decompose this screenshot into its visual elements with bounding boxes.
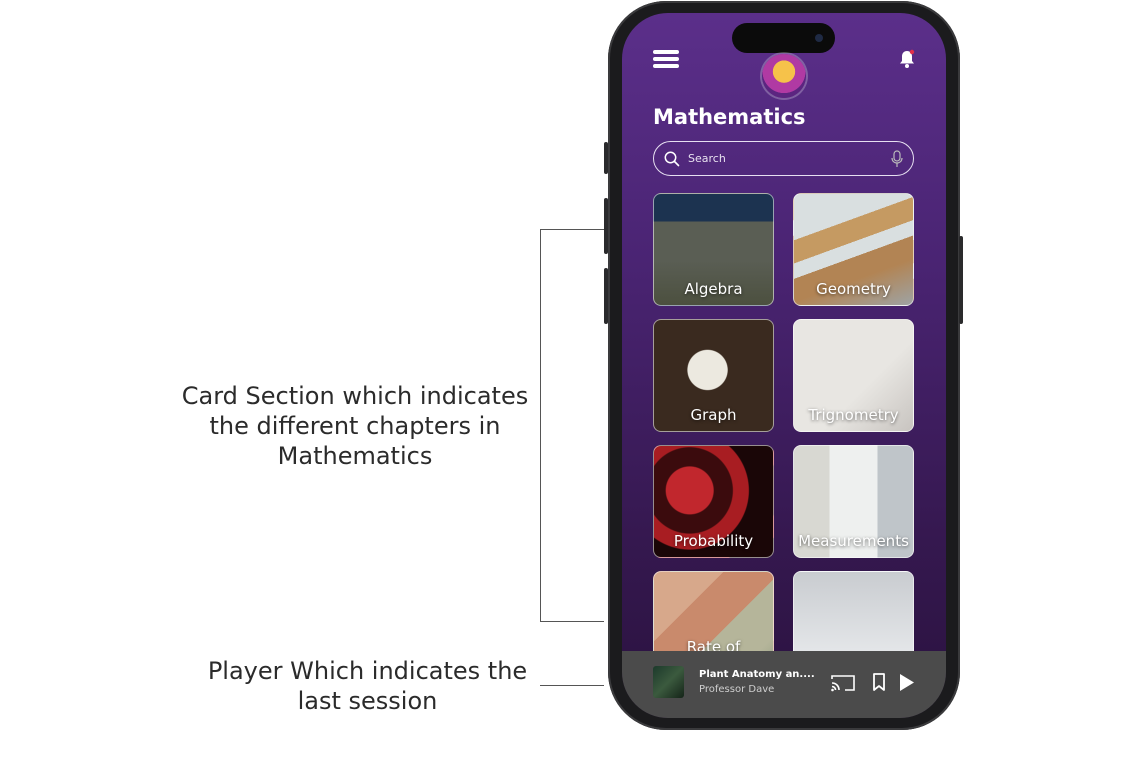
chapter-card-measurements[interactable]: Measurements [793, 445, 914, 558]
play-icon[interactable] [899, 673, 915, 692]
bookmark-icon[interactable] [872, 673, 886, 692]
chapter-card-algebra[interactable]: Algebra [653, 193, 774, 306]
microphone-icon[interactable] [891, 149, 903, 168]
player-thumbnail [653, 666, 684, 698]
chapter-label: Graph [690, 406, 737, 424]
chapter-label: Trignometry [808, 406, 899, 424]
chapter-label: Geometry [816, 280, 891, 298]
player-annotation: Player Which indicates the last session [207, 657, 528, 715]
chapter-card-probability[interactable]: Probability [653, 445, 774, 558]
chapter-label: Probability [673, 532, 754, 550]
power-button [959, 236, 963, 324]
player-author: Professor Dave [699, 684, 775, 695]
chapter-label: Algebra [684, 280, 743, 298]
chapter-card-geometry[interactable]: Geometry [793, 193, 914, 306]
hamburger-menu-icon[interactable] [653, 50, 679, 68]
chapter-card-graph[interactable]: Graph [653, 319, 774, 432]
cards-annotation: Card Section which indicates the differe… [181, 382, 529, 470]
kid-avatar[interactable] [762, 54, 806, 98]
player-title: Plant Anatomy an.... [699, 669, 815, 680]
cast-icon[interactable] [830, 673, 856, 693]
bell-icon[interactable] [898, 49, 915, 68]
chapter-card-trignometry[interactable]: Trignometry [793, 319, 914, 432]
volume-up-button [604, 198, 608, 254]
volume-down-button [604, 268, 608, 324]
mini-player[interactable]: Plant Anatomy an.... Professor Dave [622, 651, 946, 718]
chapter-card-grid: Algebra Geometry Graph Trignometry Proba… [653, 193, 915, 684]
mute-switch [604, 142, 608, 174]
page-title: Mathematics [653, 105, 806, 129]
cards-bracket [540, 229, 604, 622]
search-input[interactable] [686, 151, 891, 166]
search-bar[interactable] [653, 141, 914, 176]
player-pointer-line [540, 685, 604, 686]
chapter-label: Measurements [798, 532, 909, 550]
front-camera [815, 34, 823, 42]
dynamic-island [732, 23, 835, 53]
app-screen: Mathematics Algebra Geometry Graph Trign… [622, 13, 946, 718]
search-icon [664, 151, 680, 166]
